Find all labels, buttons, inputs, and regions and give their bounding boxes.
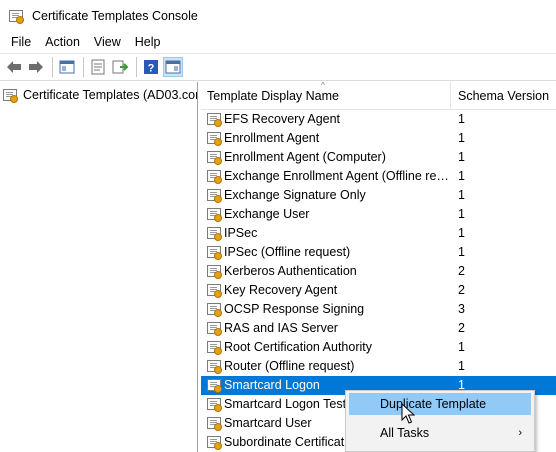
- window-title: Certificate Templates Console: [32, 9, 198, 23]
- table-row[interactable]: IPSec 1: [201, 224, 556, 243]
- export-list-icon[interactable]: [110, 57, 130, 77]
- back-icon[interactable]: [4, 57, 24, 77]
- certificate-template-icon: [206, 225, 222, 241]
- table-row[interactable]: RAS and IAS Server 2: [201, 319, 556, 338]
- template-display-name: Kerberos Authentication: [224, 264, 357, 278]
- toolbar: ?: [0, 53, 556, 81]
- certificate-template-icon: [206, 339, 222, 355]
- template-display-name: IPSec: [224, 226, 258, 240]
- template-display-name: Exchange Signature Only: [224, 188, 366, 202]
- context-menu: Duplicate Template All Tasks ›: [345, 390, 535, 452]
- template-display-name: EFS Recovery Agent: [224, 112, 341, 126]
- schema-version: 2: [458, 283, 465, 297]
- help-icon[interactable]: ?: [141, 57, 161, 77]
- template-display-name: OCSP Response Signing: [224, 302, 365, 316]
- submenu-arrow-icon: ›: [518, 427, 522, 439]
- forward-icon[interactable]: [26, 57, 46, 77]
- schema-version: 1: [458, 150, 465, 164]
- table-row[interactable]: Kerberos Authentication 2: [201, 262, 556, 281]
- schema-version: 1: [458, 188, 465, 202]
- certificate-template-icon: [206, 168, 222, 184]
- table-row[interactable]: EFS Recovery Agent 1: [201, 110, 556, 129]
- tree-item-label: Certificate Templates (AD03.corp: [23, 88, 198, 102]
- menu-view[interactable]: View: [87, 35, 128, 49]
- menu-file[interactable]: File: [0, 35, 38, 49]
- title-bar: Certificate Templates Console: [0, 0, 556, 32]
- certificate-template-icon: [206, 434, 222, 450]
- show-hide-tree-icon[interactable]: [57, 57, 77, 77]
- certificate-template-icon: [206, 111, 222, 127]
- table-row[interactable]: Enrollment Agent 1: [201, 129, 556, 148]
- menu-bar: File Action View Help: [0, 32, 556, 52]
- menu-item-all-tasks[interactable]: All Tasks ›: [349, 422, 531, 444]
- template-display-name: Key Recovery Agent: [224, 283, 338, 297]
- schema-version: 3: [458, 302, 465, 316]
- table-row[interactable]: OCSP Response Signing 3: [201, 300, 556, 319]
- column-header-label: Template Display Name: [207, 89, 339, 103]
- table-row[interactable]: Key Recovery Agent 2: [201, 281, 556, 300]
- schema-version: 1: [458, 245, 465, 259]
- template-display-name: Enrollment Agent: [224, 131, 320, 145]
- schema-version: 1: [458, 340, 465, 354]
- schema-version: 1: [458, 226, 465, 240]
- show-action-pane-icon[interactable]: [163, 57, 183, 77]
- certificate-template-icon: [206, 301, 222, 317]
- menu-help[interactable]: Help: [128, 35, 168, 49]
- list-header: ^ Template Display Name Schema Version: [201, 82, 556, 110]
- table-row[interactable]: Router (Offline request) 1: [201, 357, 556, 376]
- certificate-templates-icon: [2, 87, 18, 103]
- menu-item-duplicate-template[interactable]: Duplicate Template: [349, 393, 531, 415]
- certificate-template-icon: [206, 282, 222, 298]
- certificate-template-icon: [206, 187, 222, 203]
- menu-item-label: All Tasks: [380, 426, 430, 440]
- schema-version: 1: [458, 359, 465, 373]
- column-header-schema-version[interactable]: Schema Version: [452, 82, 556, 110]
- toolbar-separator: [83, 57, 84, 77]
- table-row[interactable]: Exchange Signature Only 1: [201, 186, 556, 205]
- certificate-template-icon: [206, 396, 222, 412]
- schema-version: 1: [458, 112, 465, 126]
- table-row[interactable]: Root Certification Authority 1: [201, 338, 556, 357]
- template-display-name: Exchange Enrollment Agent (Offline requ.…: [224, 169, 452, 183]
- certificate-template-icon: [206, 130, 222, 146]
- template-display-name: Enrollment Agent (Computer): [224, 150, 386, 164]
- properties-icon[interactable]: [88, 57, 108, 77]
- certificate-template-icon: [206, 358, 222, 374]
- template-display-name: RAS and IAS Server: [224, 321, 338, 335]
- schema-version: 1: [458, 207, 465, 221]
- table-row[interactable]: Exchange Enrollment Agent (Offline requ.…: [201, 167, 556, 186]
- certificate-template-icon: [206, 415, 222, 431]
- svg-text:?: ?: [148, 63, 155, 75]
- certificate-template-icon: [206, 377, 222, 393]
- tree-root-certificate-templates[interactable]: Certificate Templates (AD03.corp: [2, 86, 198, 104]
- schema-version: 2: [458, 264, 465, 278]
- menu-action[interactable]: Action: [38, 35, 87, 49]
- table-row[interactable]: Exchange User 1: [201, 205, 556, 224]
- tree-pane: Certificate Templates (AD03.corp: [0, 82, 198, 452]
- toolbar-separator: [136, 57, 137, 77]
- certificate-template-icon: [206, 206, 222, 222]
- menu-item-label: Duplicate Template: [380, 397, 487, 411]
- template-display-name: Router (Offline request): [224, 359, 355, 373]
- table-row[interactable]: Enrollment Agent (Computer) 1: [201, 148, 556, 167]
- certificate-template-icon: [206, 320, 222, 336]
- table-row[interactable]: IPSec (Offline request) 1: [201, 243, 556, 262]
- certificate-template-icon: [206, 263, 222, 279]
- template-display-name: Exchange User: [224, 207, 310, 221]
- toolbar-separator: [52, 57, 53, 77]
- mouse-pointer-icon: [401, 403, 415, 424]
- schema-version: 2: [458, 321, 465, 335]
- sort-ascending-icon: ^: [321, 82, 325, 90]
- column-header-template-display-name[interactable]: ^ Template Display Name: [201, 82, 451, 110]
- certificate-template-icon: [206, 244, 222, 260]
- template-display-name: Root Certification Authority: [224, 340, 372, 354]
- template-display-name: IPSec (Offline request): [224, 245, 351, 259]
- schema-version: 1: [458, 169, 465, 183]
- certificate-template-icon: [206, 149, 222, 165]
- schema-version: 1: [458, 131, 465, 145]
- certificate-app-icon: [8, 8, 24, 24]
- column-header-label: Schema Version: [458, 89, 550, 103]
